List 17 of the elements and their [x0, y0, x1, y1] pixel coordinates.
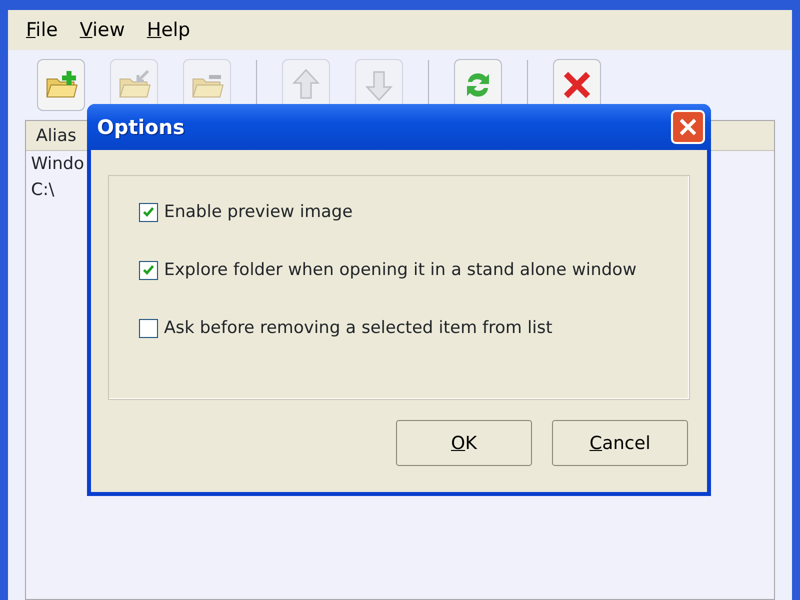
dialog-title: Options [97, 114, 185, 141]
menu-item[interactable]: View [72, 16, 139, 44]
checkbox-label: Explore folder when opening it in a stand alone window [164, 259, 636, 282]
checkbox[interactable] [139, 318, 158, 338]
checkbox-label: Enable preview image [164, 201, 353, 224]
menu-item[interactable]: Help [138, 16, 204, 44]
checkbox[interactable] [139, 202, 158, 222]
close-icon [678, 117, 698, 137]
menu-item[interactable]: File [18, 16, 72, 44]
toolbar-button[interactable] [37, 59, 85, 111]
ok-button[interactable]: OK [396, 420, 532, 466]
checkbox[interactable] [139, 260, 158, 280]
checkbox-label: Ask before removing a selected item from list [164, 317, 552, 340]
check-icon [142, 264, 155, 276]
check-icon [142, 206, 155, 218]
close-button[interactable] [671, 110, 705, 144]
cancel-button[interactable]: Cancel [552, 420, 688, 466]
